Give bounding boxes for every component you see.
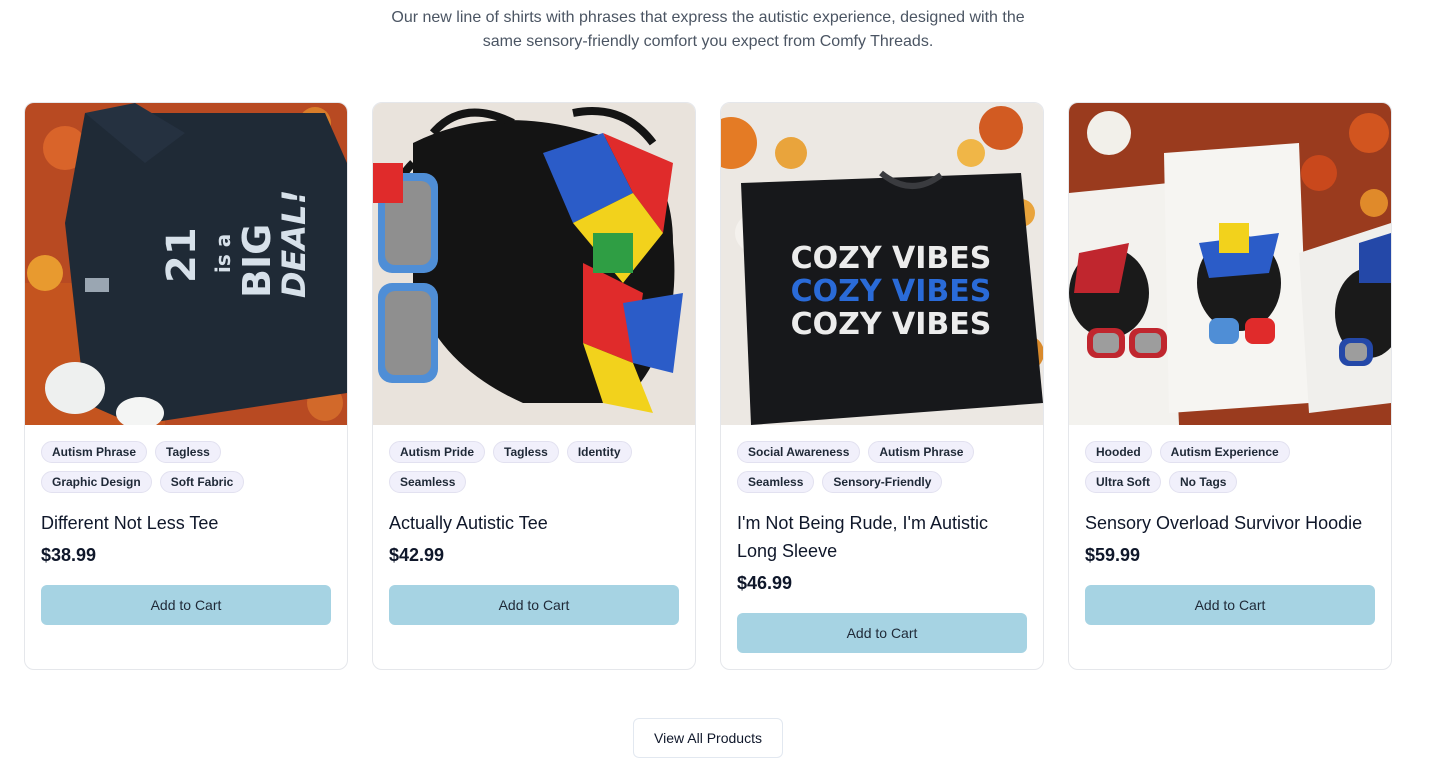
- product-grid: 21 is a BIG DEAL! Autism Phrase Tagless …: [24, 102, 1392, 670]
- tag[interactable]: Hooded: [1085, 441, 1152, 463]
- product-title[interactable]: I'm Not Being Rude, I'm Autistic Long Sl…: [737, 509, 1027, 565]
- product-card[interactable]: Hooded Autism Experience Ultra Soft No T…: [1068, 102, 1392, 670]
- add-to-cart-button[interactable]: Add to Cart: [1085, 585, 1375, 625]
- tag[interactable]: Autism Phrase: [868, 441, 975, 463]
- product-price: $42.99: [389, 545, 445, 565]
- image-text-deal: DEAL!: [275, 190, 313, 298]
- tag[interactable]: Identity: [566, 441, 632, 463]
- tag[interactable]: Tagless: [493, 441, 559, 463]
- product-title[interactable]: Actually Autistic Tee: [389, 509, 679, 537]
- image-text-is-a: is a: [211, 234, 235, 273]
- tag[interactable]: Soft Fabric: [159, 471, 245, 493]
- product-title[interactable]: Different Not Less Tee: [41, 509, 331, 537]
- tag[interactable]: Ultra Soft: [1085, 471, 1161, 493]
- tag[interactable]: Autism Phrase: [41, 441, 148, 463]
- tag[interactable]: Graphic Design: [41, 471, 152, 493]
- tag[interactable]: Sensory-Friendly: [822, 471, 943, 493]
- product-card[interactable]: Autism Pride Tagless Identity Seamless A…: [372, 102, 696, 670]
- tag[interactable]: Seamless: [389, 471, 467, 493]
- messy-bun-puzzle-bow-image: [373, 103, 695, 425]
- add-to-cart-button[interactable]: Add to Cart: [41, 585, 331, 625]
- collection-intro: Our new line of shirts with phrases that…: [0, 6, 1416, 54]
- tag-list: Autism Pride Tagless Identity Seamless: [389, 441, 669, 493]
- product-details: Hooded Autism Experience Ultra Soft No T…: [1069, 425, 1391, 625]
- tag[interactable]: No Tags: [1169, 471, 1238, 493]
- tag-list: Social Awareness Autism Phrase Seamless …: [737, 441, 1017, 493]
- image-text-cozy-vibes-3: COZY VIBES: [791, 307, 992, 342]
- white-tees-messy-bun-image: [1069, 103, 1391, 425]
- product-image[interactable]: COZY VIBES COZY VIBES COZY VIBES: [721, 103, 1043, 425]
- image-text-cozy-vibes-1: COZY VIBES: [791, 241, 992, 276]
- image-text-big: BIG: [235, 224, 279, 298]
- intro-text: Our new line of shirts with phrases that…: [378, 6, 1038, 54]
- tag[interactable]: Seamless: [737, 471, 815, 493]
- product-image[interactable]: [1069, 103, 1391, 425]
- tag-list: Hooded Autism Experience Ultra Soft No T…: [1085, 441, 1365, 493]
- tag[interactable]: Social Awareness: [737, 441, 861, 463]
- product-card[interactable]: COZY VIBES COZY VIBES COZY VIBES Social …: [720, 102, 1044, 670]
- image-text-21: 21: [159, 227, 205, 283]
- add-to-cart-button[interactable]: Add to Cart: [389, 585, 679, 625]
- tag[interactable]: Autism Experience: [1159, 441, 1290, 463]
- product-image[interactable]: [373, 103, 695, 425]
- product-price: $46.99: [737, 573, 793, 593]
- image-text-cozy-vibes-2: COZY VIBES: [791, 274, 992, 309]
- intro-line-2: same sensory-friendly comfort you expect…: [482, 33, 934, 50]
- tag[interactable]: Autism Pride: [389, 441, 486, 463]
- product-price: $38.99: [41, 545, 97, 565]
- product-title[interactable]: Sensory Overload Survivor Hoodie: [1085, 509, 1375, 537]
- product-details: Autism Phrase Tagless Graphic Design Sof…: [25, 425, 347, 625]
- black-tee-cozy-vibes-image: COZY VIBES COZY VIBES COZY VIBES: [721, 103, 1043, 425]
- black-tee-21-is-a-big-deal-image: 21 is a BIG DEAL!: [25, 103, 347, 425]
- tag[interactable]: Tagless: [155, 441, 221, 463]
- add-to-cart-button[interactable]: Add to Cart: [737, 613, 1027, 653]
- tag-list: Autism Phrase Tagless Graphic Design Sof…: [41, 441, 321, 493]
- product-price: $59.99: [1085, 545, 1141, 565]
- product-details: Autism Pride Tagless Identity Seamless A…: [373, 425, 695, 625]
- product-image[interactable]: 21 is a BIG DEAL!: [25, 103, 347, 425]
- product-card[interactable]: 21 is a BIG DEAL! Autism Phrase Tagless …: [24, 102, 348, 670]
- view-all-products-button[interactable]: View All Products: [633, 718, 783, 758]
- intro-line-1: Our new line of shirts with phrases that…: [391, 9, 1025, 26]
- product-details: Social Awareness Autism Phrase Seamless …: [721, 425, 1043, 653]
